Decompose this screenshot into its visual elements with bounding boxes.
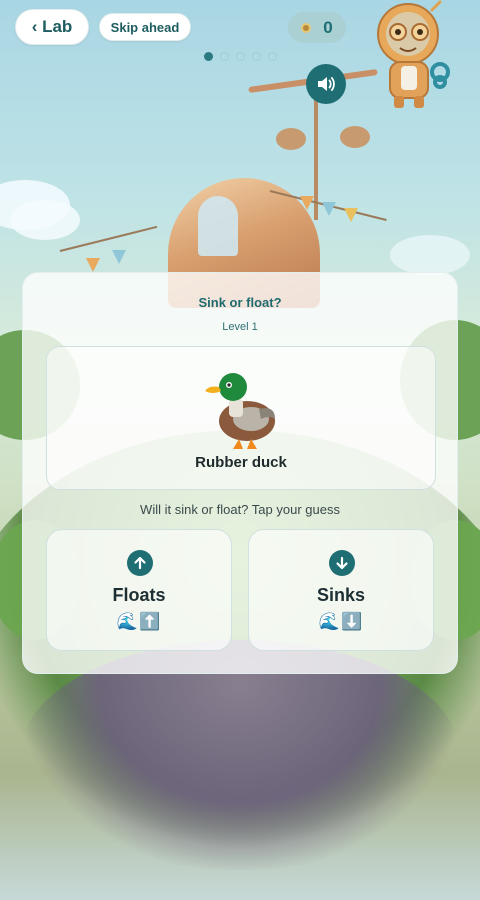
floats-label: Floats xyxy=(112,585,166,605)
back-to-lab-label: ‹ Lab xyxy=(31,17,73,36)
sinks-label: Sinks xyxy=(316,585,366,605)
coin-icon xyxy=(301,22,312,33)
arrow-up-icon xyxy=(127,550,153,576)
skip-ahead-label: Skip ahead xyxy=(110,19,180,35)
robot-mascot-icon xyxy=(377,0,450,108)
sinks-button[interactable]: Sinks 🌊⬇️ xyxy=(248,529,434,651)
duck-icon xyxy=(205,373,275,449)
question-prompt: Will it sink or float? Tap your guess xyxy=(140,502,340,517)
level-label: Level 1 xyxy=(222,321,258,333)
floats-button[interactable]: Floats 🌊⬆️ xyxy=(46,529,232,651)
quiz-card: Sink or float? Level 1 Rubber duck Will … xyxy=(22,272,458,674)
progress-dots xyxy=(204,52,277,61)
card-title: Sink or float? xyxy=(198,295,282,310)
item-panel: Rubber duck xyxy=(46,346,436,490)
back-to-lab-button[interactable]: ‹ Lab xyxy=(15,9,89,45)
progress-dot xyxy=(220,52,229,61)
skip-ahead-button[interactable]: Skip ahead xyxy=(99,13,191,41)
speaker-icon xyxy=(318,77,335,91)
progress-dot xyxy=(204,52,213,61)
progress-dot xyxy=(236,52,245,61)
arrow-down-icon xyxy=(329,550,355,576)
sound-button[interactable] xyxy=(306,64,346,104)
item-name: Rubber duck xyxy=(195,454,287,471)
coin-counter: 0 xyxy=(288,12,346,43)
floats-emoji: 🌊⬆️ xyxy=(116,612,162,632)
progress-dot xyxy=(252,52,261,61)
coin-count: 0 xyxy=(323,17,333,37)
progress-dot xyxy=(268,52,277,61)
sinks-emoji: 🌊⬇️ xyxy=(318,612,364,632)
